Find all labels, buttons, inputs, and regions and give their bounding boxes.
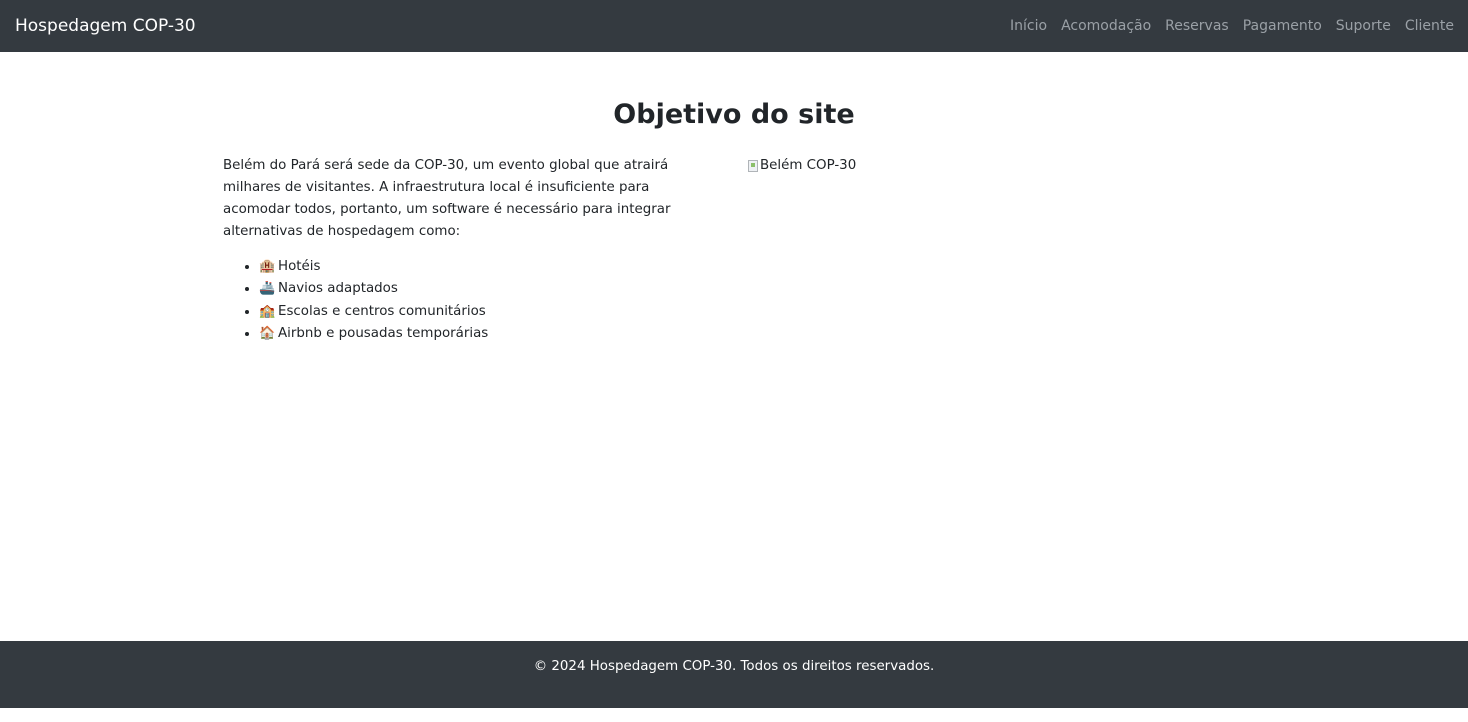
list-item: 🏫Escolas e centros comunitários — [259, 301, 719, 323]
nav-link-acomodacao[interactable]: Acomodação — [1061, 18, 1151, 34]
broken-image-icon — [748, 160, 758, 172]
page-title: Objetivo do site — [613, 99, 855, 130]
footer-copyright: © 2024 Hospedagem COP-30. Todos os direi… — [533, 659, 935, 674]
list-item: 🚢Navios adaptados — [259, 278, 719, 300]
feature-label: Hotéis — [278, 259, 321, 274]
nav-link-pagamento[interactable]: Pagamento — [1243, 18, 1322, 34]
intro-section: Belém do Pará será sede da COP-30, um ev… — [223, 155, 719, 346]
intro-text: Belém do Pará será sede da COP-30, um ev… — [223, 158, 671, 239]
list-item: 🏠Airbnb e pousadas temporárias — [259, 323, 719, 345]
nav-link-cliente[interactable]: Cliente — [1405, 18, 1454, 34]
feature-label: Escolas e centros comunitários — [278, 303, 486, 319]
nav-link-suporte[interactable]: Suporte — [1336, 18, 1391, 34]
navbar: Hospedagem COP-30 Início Acomodação Rese… — [0, 0, 1468, 52]
feature-label: Airbnb e pousadas temporárias — [278, 326, 489, 342]
feature-list: 🏨Hotéis 🚢Navios adaptados 🏫Escolas e cen… — [223, 256, 719, 346]
nav-link-inicio[interactable]: Início — [1010, 18, 1047, 34]
list-item: 🏨Hotéis — [259, 256, 719, 278]
house-icon: 🏠 — [259, 326, 276, 342]
footer: © 2024 Hospedagem COP-30. Todos os direi… — [0, 641, 1468, 708]
nav-link-reservas[interactable]: Reservas — [1165, 18, 1229, 34]
school-icon: 🏫 — [259, 303, 276, 319]
feature-label: Navios adaptados — [278, 281, 398, 297]
image-alt-text: Belém COP-30 — [760, 158, 857, 173]
nav-links: Início Acomodação Reservas Pagamento Sup… — [1010, 18, 1454, 34]
hotel-icon: 🏨 — [259, 259, 276, 274]
brand-link[interactable]: Hospedagem COP-30 — [15, 16, 196, 36]
ship-icon: 🚢 — [259, 281, 276, 297]
belem-image: Belém COP-30 — [748, 157, 856, 175]
